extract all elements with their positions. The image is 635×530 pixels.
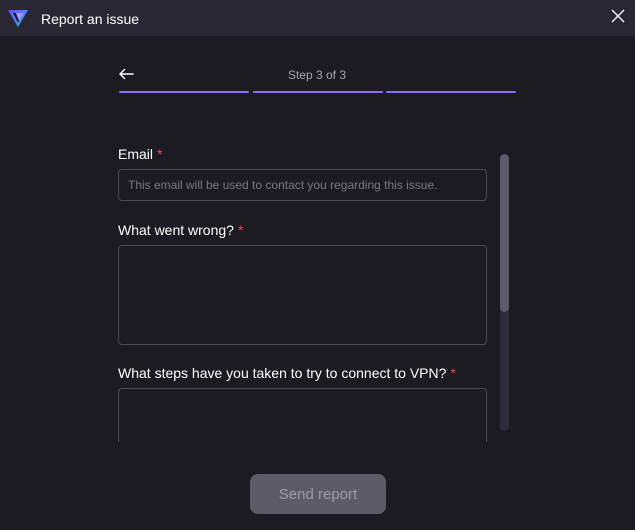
scrollbar-track[interactable] xyxy=(500,154,509,431)
progress-segment-1 xyxy=(119,91,249,93)
arrow-left-icon xyxy=(118,67,134,85)
steps-taken-label: What steps have you taken to try to conn… xyxy=(118,365,456,381)
report-form: Email* What went wrong?* What steps have… xyxy=(0,140,635,442)
proton-vpn-logo-icon xyxy=(7,8,29,28)
back-button[interactable] xyxy=(115,66,137,86)
email-label: Email * xyxy=(118,146,163,162)
window-title: Report an issue xyxy=(41,11,140,27)
step-indicator: Step 3 of 3 xyxy=(287,68,347,82)
progress-segment-2 xyxy=(253,91,383,93)
what-went-wrong-label: What went wrong? * xyxy=(118,222,244,238)
what-went-wrong-field[interactable] xyxy=(118,245,487,345)
email-field[interactable] xyxy=(118,169,487,201)
required-marker: * xyxy=(450,365,456,381)
send-report-button[interactable]: Send report xyxy=(250,474,386,514)
title-bar: Report an issue xyxy=(0,0,635,36)
close-icon xyxy=(611,9,625,28)
required-marker: * xyxy=(157,146,163,162)
steps-taken-field[interactable] xyxy=(118,388,487,442)
close-button[interactable] xyxy=(607,7,629,29)
progress-segment-3 xyxy=(386,91,516,93)
scrollbar-thumb[interactable] xyxy=(500,154,509,312)
required-marker: * xyxy=(237,222,244,238)
